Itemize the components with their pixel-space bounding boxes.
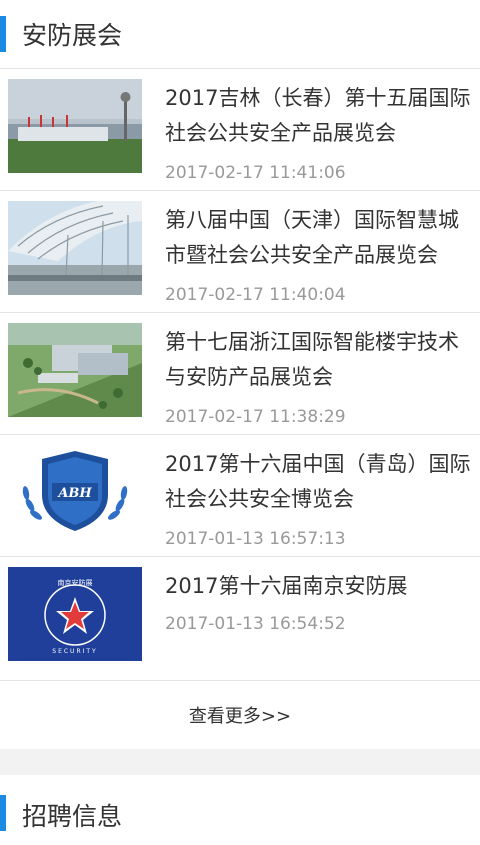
news-item[interactable]: 第八届中国（天津）国际智慧城市暨社会公共安全产品展览会 2017-02-17 1… [0,190,480,312]
section-title: 安防展会 [22,21,123,50]
section-header: 安防展会 [0,0,480,68]
item-date: 2017-01-13 16:54:52 [165,614,346,634]
news-item[interactable]: 第十七届浙江国际智能楼宇技术与安防产品展览会 2017-02-17 11:38:… [0,312,480,434]
item-date: 2017-02-17 11:41:06 [165,163,346,183]
section-accent-bar [0,16,6,52]
item-text: 2017第十六届中国（青岛）国际社会公共安全博览会 2017-01-13 16:… [165,445,480,556]
item-date: 2017-01-13 16:57:13 [165,529,346,549]
news-list: 2017吉林（长春）第十五届国际社会公共安全产品展览会 2017-02-17 1… [0,68,480,680]
item-date: 2017-02-17 11:38:29 [165,407,346,427]
item-title[interactable]: 2017第十六届中国（青岛）国际社会公共安全博览会 [165,447,474,517]
nanjing-logo-bottom-text: SECURITY [52,648,97,655]
item-date: 2017-02-17 11:40:04 [165,285,346,305]
thumbnail-image: 南京安防展 SECURITY [8,567,142,661]
item-text: 2017第十六届南京安防展 2017-01-13 16:54:52 [165,567,480,680]
item-title[interactable]: 第十七届浙江国际智能楼宇技术与安防产品展览会 [165,325,474,395]
thumbnail-image [8,79,142,173]
recruitment-section: 招聘信息 [0,775,480,845]
section-title: 招聘信息 [22,802,123,831]
item-title[interactable]: 第八届中国（天津）国际智慧城市暨社会公共安全产品展览会 [165,203,474,273]
section-gap [0,749,480,775]
item-title[interactable]: 2017吉林（长春）第十五届国际社会公共安全产品展览会 [165,81,474,151]
abh-logo-text: ABH [56,486,92,501]
item-text: 第十七届浙江国际智能楼宇技术与安防产品展览会 2017-02-17 11:38:… [165,323,480,434]
thumbnail-image: ABH [8,445,142,539]
news-item[interactable]: 2017吉林（长春）第十五届国际社会公共安全产品展览会 2017-02-17 1… [0,68,480,190]
exhibition-section: 安防展会 2017吉林（长春）第十五届国际社会公共安全产品展览会 2017-02 [0,0,480,749]
item-title[interactable]: 2017第十六届南京安防展 [165,569,474,604]
nanjing-logo-top-text: 南京安防展 [58,578,93,587]
news-item[interactable]: ABH 2017第十六届中国（青岛）国际社会公共安全博览会 2017-01-13… [0,434,480,556]
thumbnail-image [8,323,142,417]
view-more-link[interactable]: 查看更多>> [0,680,480,749]
thumbnail-image [8,201,142,295]
item-text: 第八届中国（天津）国际智慧城市暨社会公共安全产品展览会 2017-02-17 1… [165,201,480,312]
section-accent-bar [0,795,6,831]
item-text: 2017吉林（长春）第十五届国际社会公共安全产品展览会 2017-02-17 1… [165,79,480,190]
news-item[interactable]: 南京安防展 SECURITY 2017第十六届南京安防展 2017-01-13 … [0,556,480,680]
